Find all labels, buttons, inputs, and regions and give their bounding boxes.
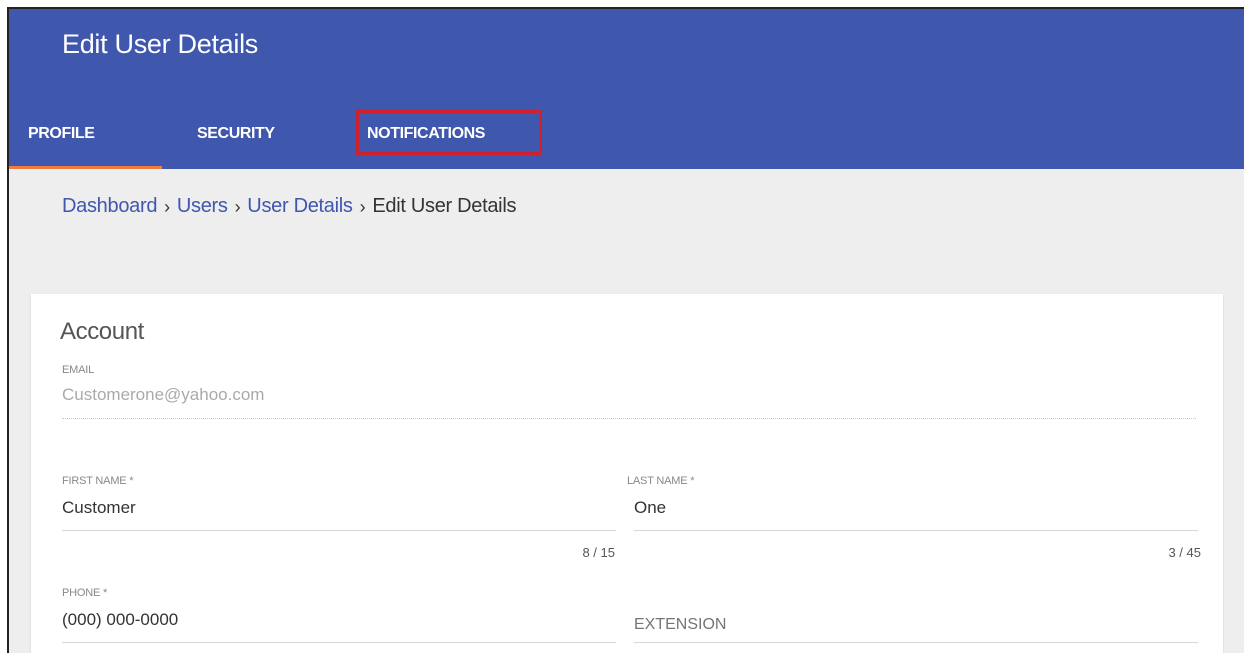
first-name-field[interactable] xyxy=(62,498,612,518)
email-field[interactable] xyxy=(62,385,1182,405)
last-name-field[interactable] xyxy=(634,498,1194,518)
page-header: Edit User Details PROFILE SECURITY NOTIF… xyxy=(9,9,1244,169)
notifications-highlight-box xyxy=(356,110,542,155)
first-name-underline xyxy=(62,530,616,531)
extension-underline xyxy=(634,642,1198,643)
email-underline xyxy=(62,418,1196,419)
breadcrumb-current: Edit User Details xyxy=(372,195,517,217)
active-tab-indicator xyxy=(9,166,162,169)
last-name-label: LAST NAME * xyxy=(627,475,695,487)
section-title: Account xyxy=(60,318,144,345)
breadcrumb: Dashboard › Users › User Details › Edit User D… xyxy=(62,195,516,218)
breadcrumb-user-details[interactable]: User Details xyxy=(247,195,353,217)
tab-profile[interactable]: PROFILE xyxy=(28,124,95,166)
first-name-label: FIRST NAME * xyxy=(62,475,134,487)
phone-field[interactable] xyxy=(62,610,612,630)
phone-underline xyxy=(62,642,616,643)
phone-label: PHONE * xyxy=(62,587,108,599)
chevron-right-icon: › xyxy=(359,197,366,217)
chevron-right-icon: › xyxy=(164,197,170,217)
app-window: Edit User Details PROFILE SECURITY NOTIF… xyxy=(7,7,1244,653)
extension-field[interactable] xyxy=(634,616,1194,634)
breadcrumb-dashboard[interactable]: Dashboard xyxy=(62,195,157,217)
last-name-counter: 3 / 45 xyxy=(1168,545,1201,560)
chevron-right-icon: › xyxy=(234,197,241,217)
last-name-underline xyxy=(634,530,1198,531)
account-card: Account EMAIL FIRST NAME * 8 / 15 LAST N… xyxy=(31,294,1223,653)
tab-security[interactable]: SECURITY xyxy=(197,124,275,166)
page-title: Edit User Details xyxy=(62,29,258,59)
first-name-counter: 8 / 15 xyxy=(582,545,615,560)
email-label: EMAIL xyxy=(62,364,95,376)
breadcrumb-users[interactable]: Users xyxy=(177,195,228,217)
